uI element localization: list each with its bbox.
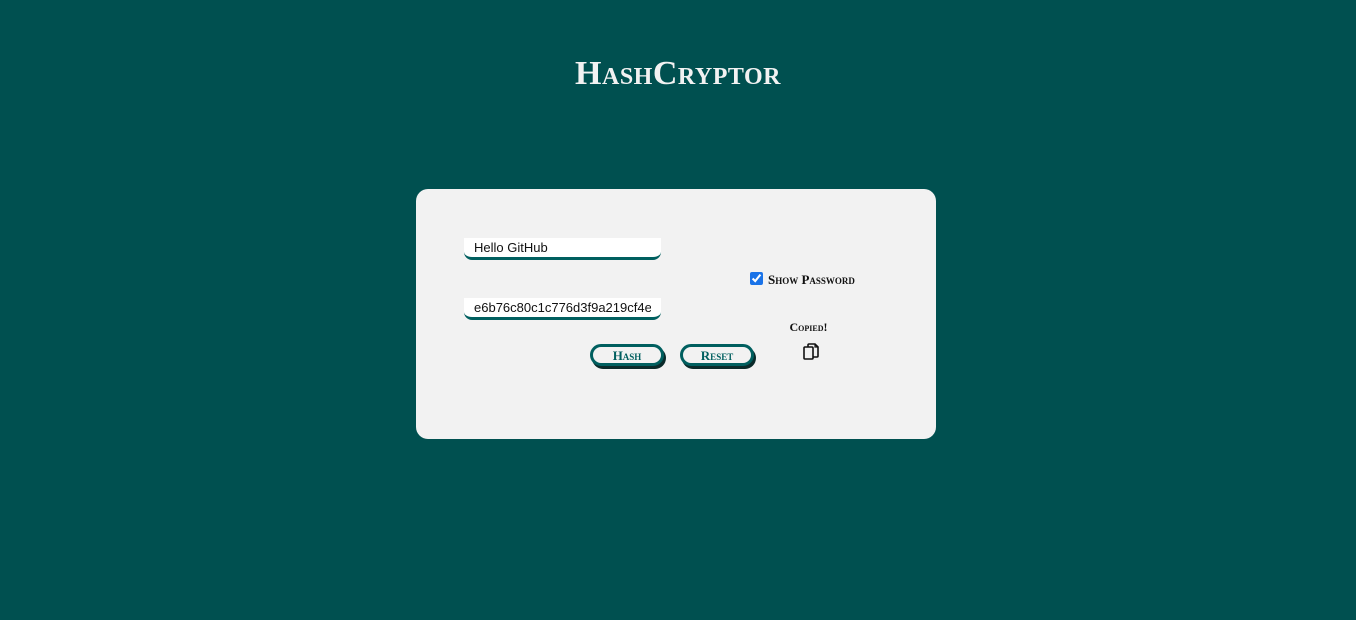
hash-button[interactable]: Hash (590, 344, 664, 366)
reset-button[interactable]: Reset (680, 344, 754, 366)
show-password-checkbox[interactable] (750, 272, 763, 285)
hash-card: Show Password Hash Reset Copied! (416, 189, 936, 439)
copy-icon[interactable] (803, 343, 819, 361)
show-password-toggle: Show Password (750, 269, 855, 288)
page: HashCryptor Show Password Hash Reset Cop… (0, 0, 1356, 620)
copied-message: Copied! (789, 320, 828, 334)
app-title: HashCryptor (575, 55, 781, 92)
show-password-label[interactable]: Show Password (768, 272, 855, 288)
hash-output-field[interactable] (464, 298, 661, 320)
text-input[interactable] (464, 238, 661, 260)
